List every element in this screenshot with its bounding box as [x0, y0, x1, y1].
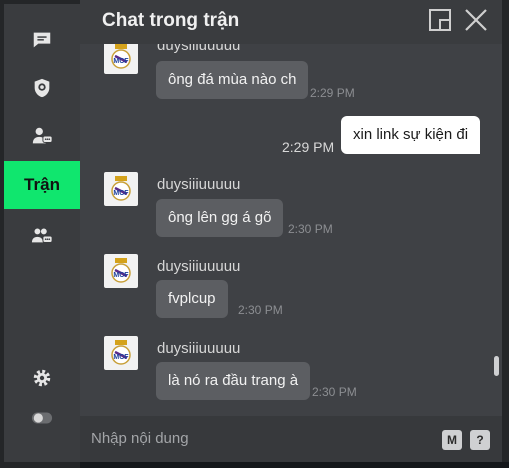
chat-panel: Chat trong trận MCF duysiiiuuuuu ông đá …	[80, 0, 502, 462]
message-username: duysiiiuuuuu	[157, 258, 241, 275]
message-bubble: là nó ra đầu trang à	[156, 362, 311, 400]
m-button[interactable]: M	[442, 430, 462, 450]
background-strip	[80, 462, 509, 468]
svg-text:MCF: MCF	[113, 190, 129, 197]
chat-window: Trận Chat trong trận MCF duysiiiuuuuu ôn…	[0, 0, 509, 468]
message-username: duysiiiuuuuu	[157, 44, 241, 54]
message-time: 2:29 PM	[282, 139, 335, 155]
sidebar-item-group-chat[interactable]	[4, 212, 80, 260]
avatar[interactable]: MCF	[104, 172, 138, 206]
sidebar: Trận	[4, 4, 80, 462]
message-bubble: ông đá mùa nào ch	[156, 61, 309, 99]
toggle-button[interactable]	[4, 394, 80, 442]
message-list[interactable]: MCF duysiiiuuuuu ông đá mùa nào ch 2:29 …	[80, 44, 502, 416]
avatar[interactable]: MCF	[104, 336, 138, 370]
sidebar-item-match-label: Trận	[24, 175, 60, 194]
message-bubble: ông lên gg á gõ	[156, 199, 284, 237]
scrollbar-thumb[interactable]	[494, 356, 499, 376]
message-time: 2:30 PM	[288, 222, 333, 236]
sidebar-item-club[interactable]	[4, 64, 80, 112]
chat-bubble-icon	[33, 32, 51, 48]
message-input[interactable]: Nhập nội dung	[91, 430, 189, 447]
page-title: Chat trong trận	[102, 10, 240, 31]
avatar[interactable]: MCF	[104, 44, 138, 74]
svg-text:MCF: MCF	[113, 272, 129, 279]
composer: Nhập nội dung M ?	[80, 416, 502, 462]
gear-icon	[33, 369, 51, 387]
close-button[interactable]	[464, 8, 488, 32]
group-chat-icon	[31, 228, 53, 243]
message-bubble: fvplcup	[156, 280, 228, 318]
club-crest-icon: MCF	[111, 176, 131, 201]
user-chat-icon	[32, 127, 53, 144]
sidebar-item-private-chat[interactable]	[4, 112, 80, 160]
chat-header: Chat trong trận	[80, 0, 502, 44]
sidebar-item-chat[interactable]	[4, 16, 80, 64]
message-time: 2:29 PM	[310, 86, 355, 100]
my-message-bubble: xin link sự kiện đi	[341, 116, 481, 154]
message-username: duysiiiuuuuu	[157, 340, 241, 357]
popout-button[interactable]	[428, 8, 452, 32]
message-time: 2:30 PM	[238, 303, 283, 317]
sidebar-item-match[interactable]: Trận	[4, 161, 80, 209]
club-crest-icon: MCF	[111, 340, 131, 365]
avatar[interactable]: MCF	[104, 254, 138, 288]
svg-text:MCF: MCF	[113, 58, 129, 65]
club-shield-icon	[34, 78, 50, 98]
toggle-icon	[31, 412, 53, 424]
message-time: 2:30 PM	[312, 385, 357, 399]
svg-text:MCF: MCF	[113, 354, 129, 361]
club-crest-icon: MCF	[111, 44, 131, 69]
close-icon	[465, 9, 487, 31]
club-crest-icon: MCF	[111, 258, 131, 283]
message-username: duysiiiuuuuu	[157, 176, 241, 193]
help-button[interactable]: ?	[470, 430, 490, 450]
popout-icon	[429, 9, 451, 31]
